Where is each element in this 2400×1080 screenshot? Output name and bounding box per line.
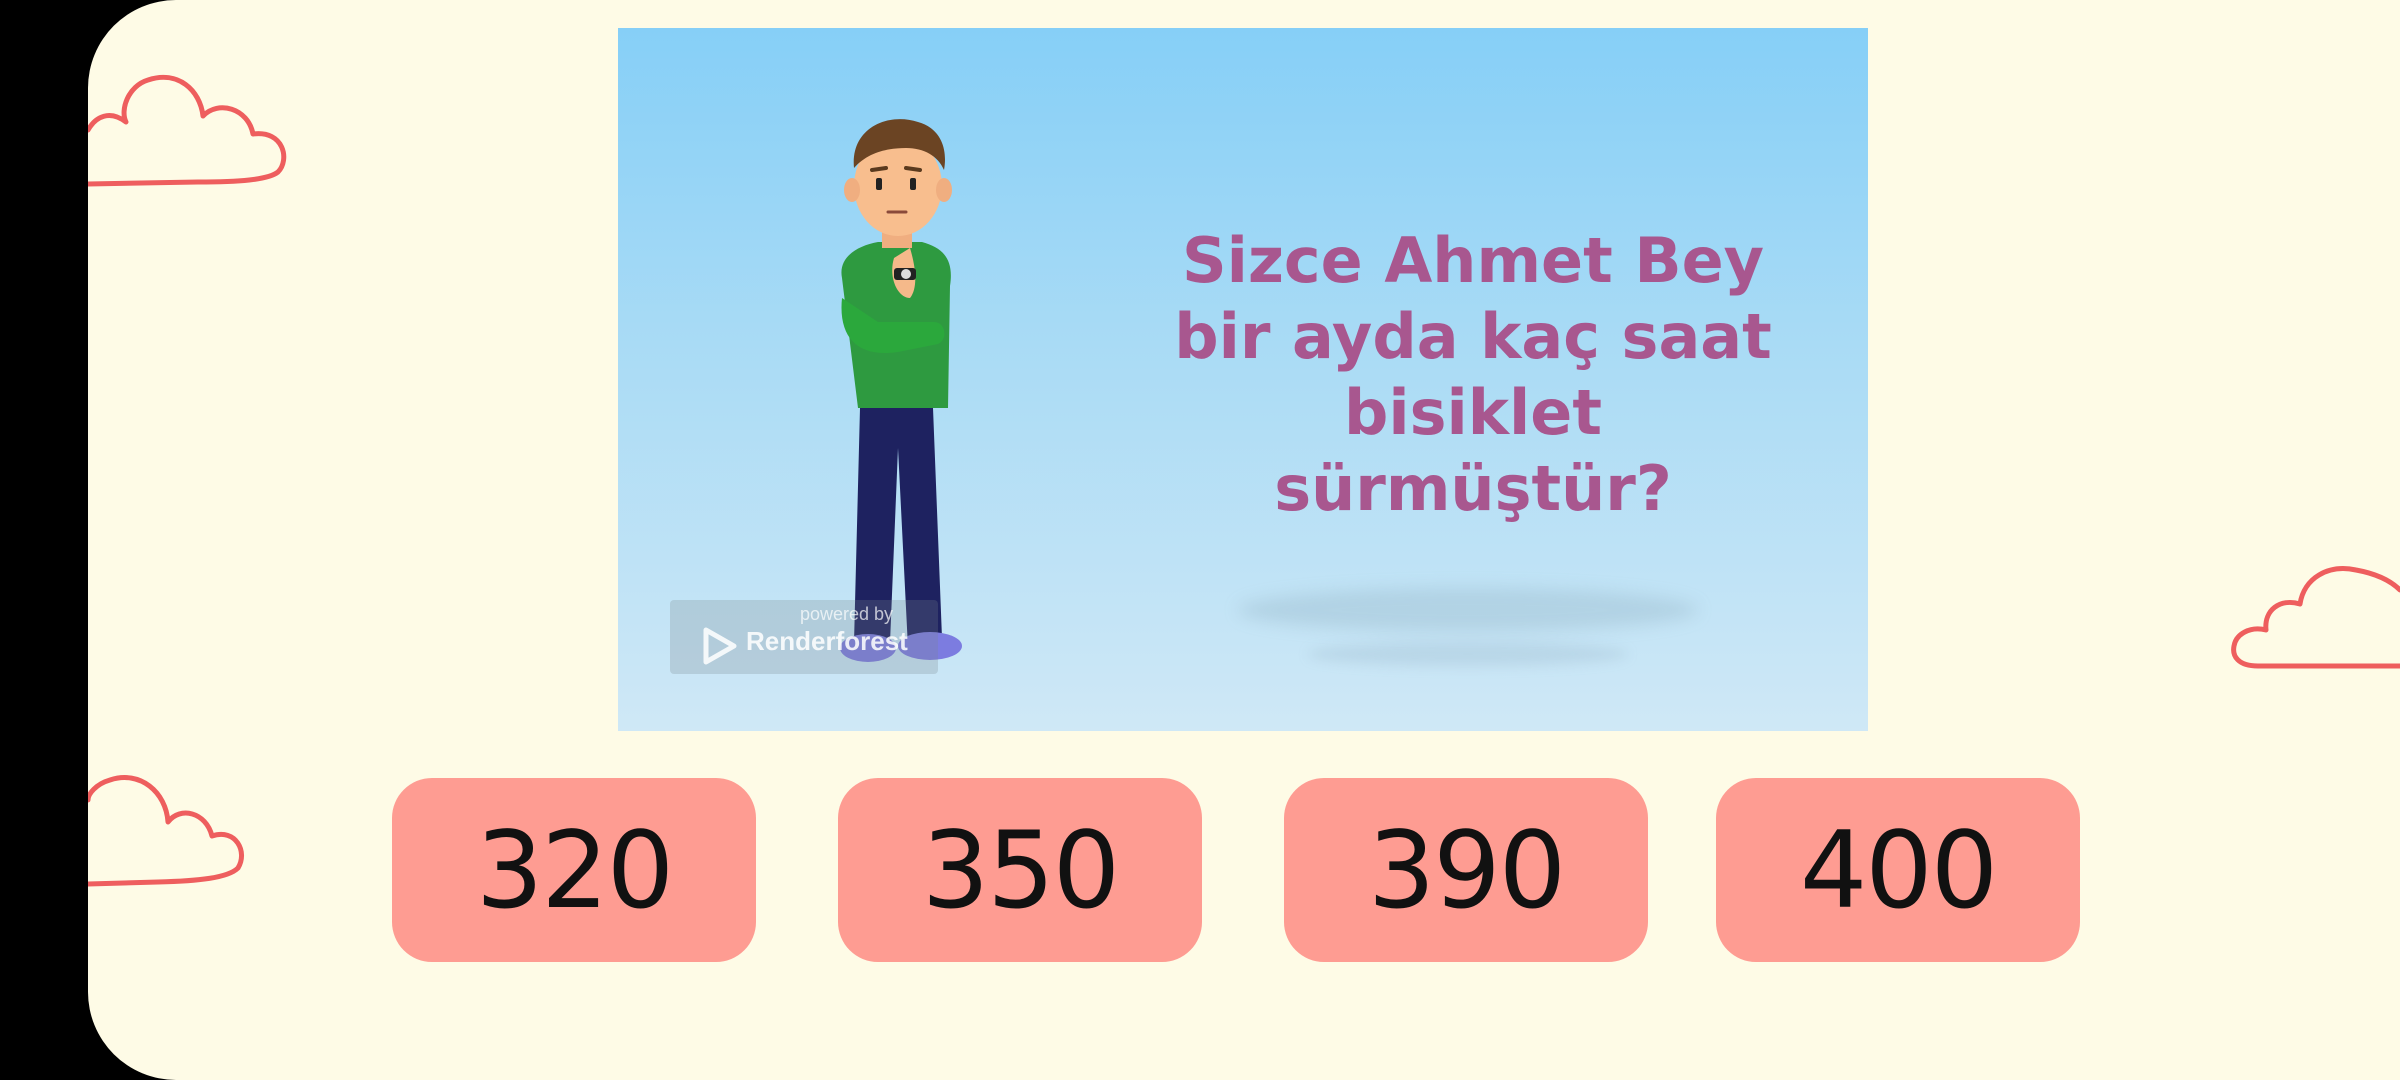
answer-button-4[interactable]: 400	[1716, 778, 2080, 962]
cloud-icon	[2231, 566, 2400, 669]
character-illustration	[840, 119, 962, 662]
answer-button-1[interactable]: 320	[392, 778, 756, 962]
answer-options: 320 350 390 400	[88, 778, 2400, 962]
question-video[interactable]: Sizce Ahmet Bey bir ayda kaç saat bisikl…	[618, 28, 1868, 731]
answer-button-3[interactable]: 390	[1284, 778, 1648, 962]
cloud-icon	[88, 74, 287, 187]
quiz-screen: Sizce Ahmet Bey bir ayda kaç saat bisikl…	[88, 0, 2400, 1080]
question-text: Sizce Ahmet Bey bir ayda kaç saat bisikl…	[1174, 224, 1772, 525]
text-shadow	[1308, 642, 1628, 666]
watermark-powered-by: powered by	[800, 604, 894, 624]
play-icon	[703, 627, 737, 665]
watermark-brand: Renderforest	[746, 626, 908, 656]
answer-button-2[interactable]: 350	[838, 778, 1202, 962]
renderforest-watermark: powered by Renderforest	[670, 600, 938, 674]
text-shadow	[1238, 588, 1698, 632]
